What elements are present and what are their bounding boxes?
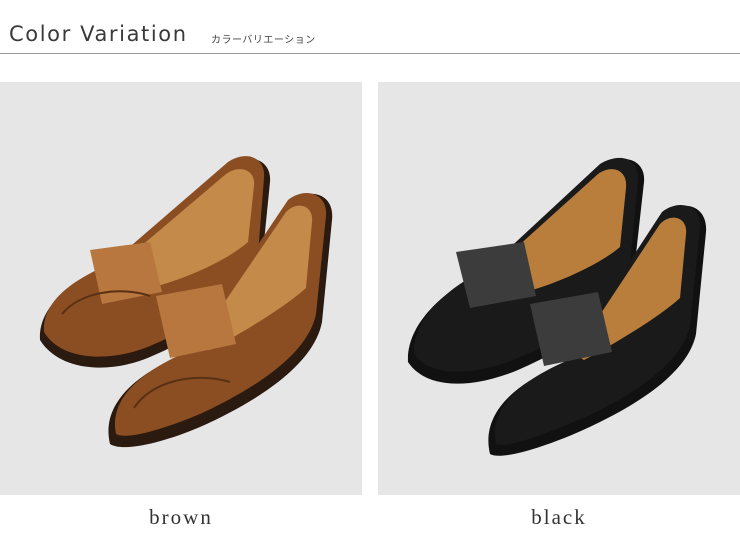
loafer-pair-brown-illustration xyxy=(39,156,333,448)
loafer-pair-black-illustration xyxy=(407,157,707,456)
product-image-brown xyxy=(0,82,362,495)
section-title: Color Variation xyxy=(9,22,188,46)
header-divider xyxy=(0,53,740,54)
variant-caption-black: black xyxy=(531,505,587,529)
section-subtitle: カラーバリエーション xyxy=(211,35,316,46)
variant-caption-brown: brown xyxy=(149,505,213,529)
section-header: Color Variation カラーバリエーション xyxy=(0,0,740,56)
product-image-black xyxy=(378,82,740,495)
